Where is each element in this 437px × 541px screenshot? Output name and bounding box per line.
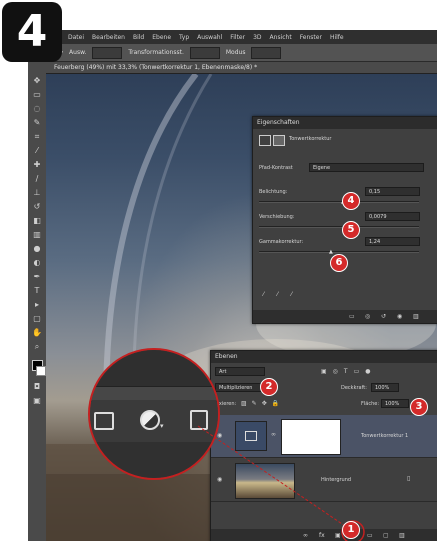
step-marker-2: 2 xyxy=(260,378,278,396)
step-marker-4: 4 xyxy=(342,192,360,210)
photoshop-window: Datei Bearbeiten Bild Ebene Typ Auswahl … xyxy=(28,30,437,541)
step-marker-1: 1 xyxy=(342,521,360,539)
step-number-badge: 4 xyxy=(2,2,62,62)
step-marker-6: 6 xyxy=(330,254,348,272)
step-marker-5: 5 xyxy=(342,221,360,239)
callout-connector xyxy=(197,425,365,541)
step-marker-3: 3 xyxy=(410,398,428,416)
